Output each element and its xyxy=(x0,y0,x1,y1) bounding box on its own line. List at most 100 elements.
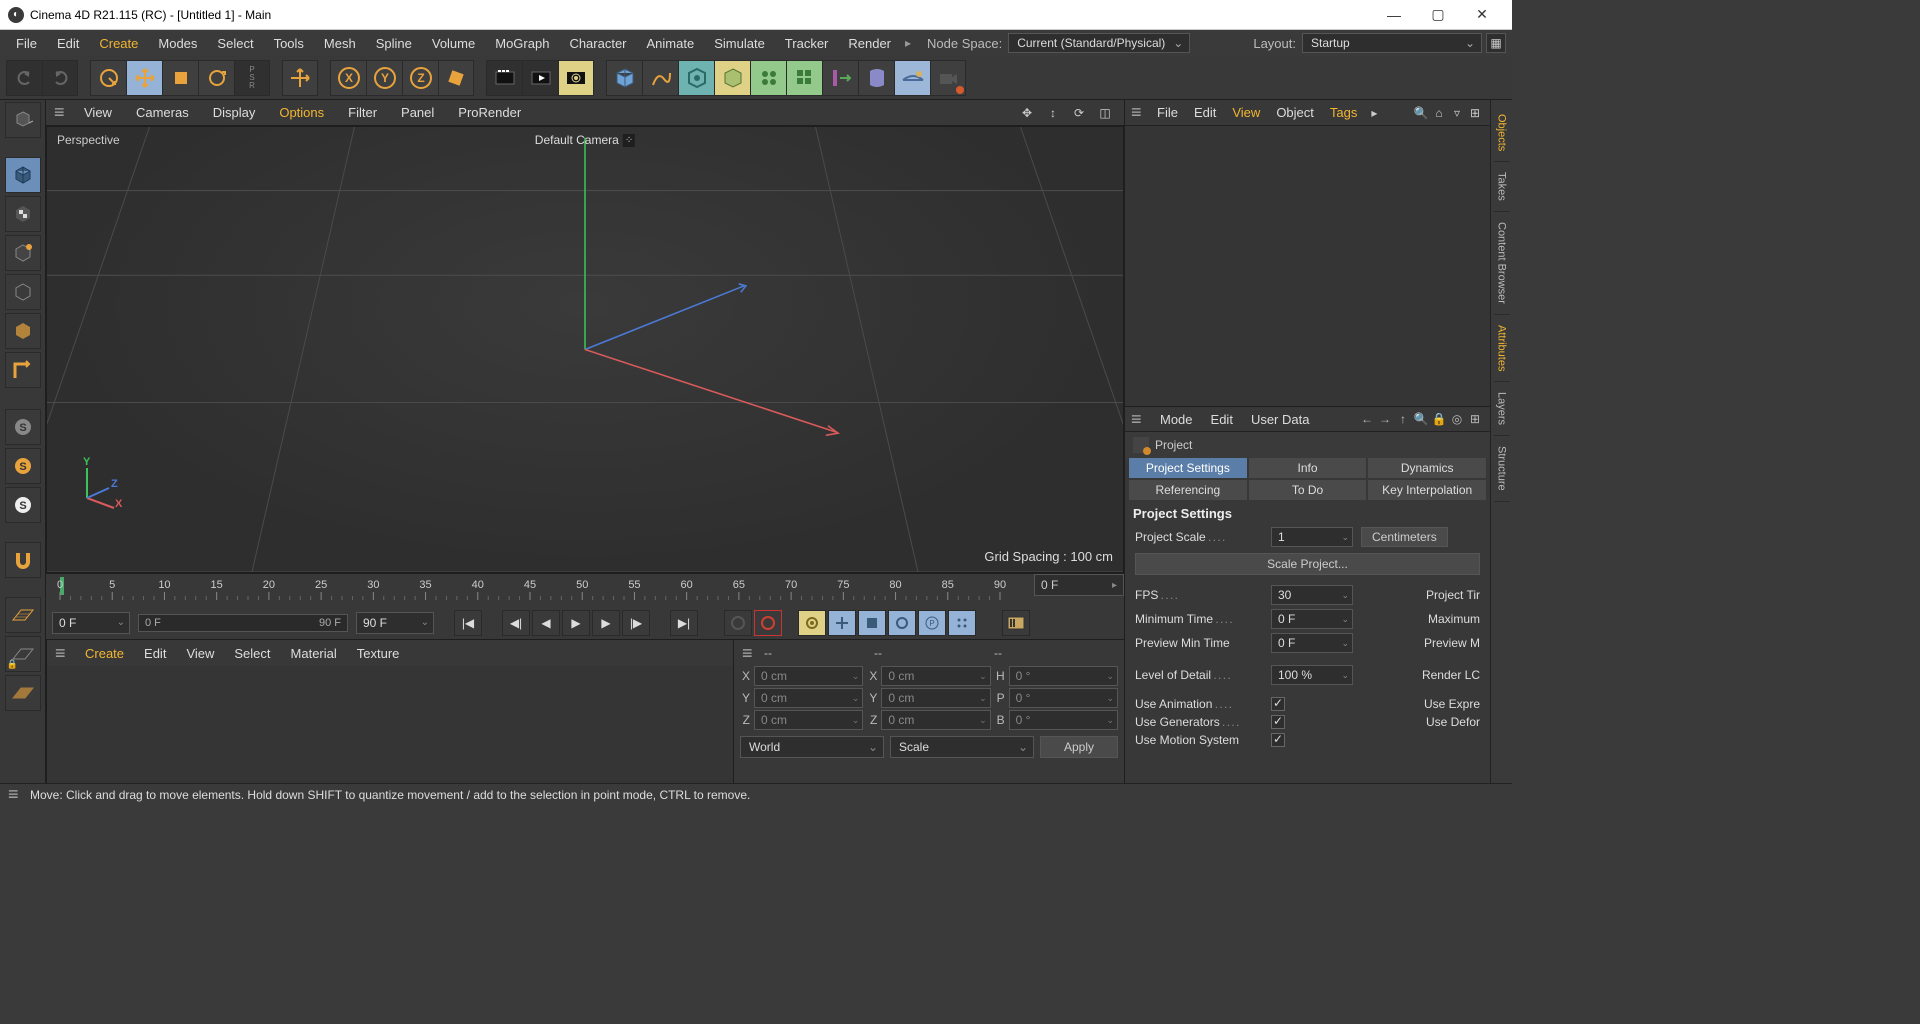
redo-button[interactable] xyxy=(42,60,78,96)
deformer-tool[interactable] xyxy=(858,60,894,96)
tab-info[interactable]: Info xyxy=(1249,458,1367,478)
am-lock-icon[interactable]: 🔒 xyxy=(1430,412,1448,426)
undo-button[interactable] xyxy=(6,60,42,96)
om-filter-icon[interactable]: ▿ xyxy=(1448,104,1466,122)
mat-select[interactable]: Select xyxy=(224,646,280,661)
input-fps[interactable]: 30 xyxy=(1271,585,1353,605)
model-mode[interactable] xyxy=(5,157,41,193)
texture-mode[interactable] xyxy=(5,196,41,232)
om-object[interactable]: Object xyxy=(1268,105,1322,120)
render-view-button[interactable] xyxy=(486,60,522,96)
axis-move-tool[interactable] xyxy=(282,60,318,96)
vp-layout-icon[interactable]: ◫ xyxy=(1094,102,1116,124)
scale-tool[interactable] xyxy=(162,60,198,96)
am-edit[interactable]: Edit xyxy=(1202,412,1242,427)
rotate-tool[interactable] xyxy=(198,60,234,96)
select-project-unit[interactable]: Centimeters xyxy=(1361,527,1448,547)
mat-create[interactable]: Create xyxy=(75,646,134,661)
viewport-camera[interactable]: Default Camera⁘ xyxy=(535,133,635,147)
pos-y-input[interactable]: 0 cm xyxy=(754,688,863,708)
goto-start-button[interactable]: |◀ xyxy=(454,610,482,636)
key-param-button[interactable] xyxy=(948,610,976,636)
om-home-icon[interactable]: ⌂ xyxy=(1430,104,1448,122)
menu-character[interactable]: Character xyxy=(559,32,636,55)
sidetab-structure[interactable]: Structure xyxy=(1494,436,1510,502)
coord-mode-select[interactable]: Scale xyxy=(890,736,1034,758)
menu-tracker[interactable]: Tracker xyxy=(775,32,839,55)
menu-simulate[interactable]: Simulate xyxy=(704,32,775,55)
polygon-mode[interactable] xyxy=(5,352,41,388)
play-button[interactable]: ▶ xyxy=(562,610,590,636)
menu-mesh[interactable]: Mesh xyxy=(314,32,366,55)
am-search-icon[interactable]: 🔍 xyxy=(1412,412,1430,426)
pos-x-input[interactable]: 0 cm xyxy=(754,666,863,686)
size-z-input[interactable]: 0 cm xyxy=(881,710,990,730)
obj-menu-icon[interactable] xyxy=(1131,102,1147,123)
x-axis-lock[interactable]: X xyxy=(330,60,366,96)
rot-h-input[interactable]: 0 ° xyxy=(1009,666,1118,686)
point-mode[interactable] xyxy=(5,274,41,310)
sidetab-objects[interactable]: Objects xyxy=(1494,104,1510,162)
move-tool[interactable] xyxy=(126,60,162,96)
range-start-input[interactable]: 0 F xyxy=(52,612,130,634)
vp-view[interactable]: View xyxy=(74,105,122,120)
vp-orbit-icon[interactable]: ⟳ xyxy=(1068,102,1090,124)
menu-create[interactable]: Create xyxy=(89,32,148,55)
timeline-ruler[interactable]: 051015202530354045505560657075808590 0 F xyxy=(46,573,1124,605)
menu-edit[interactable]: Edit xyxy=(47,32,89,55)
snap-toggle-a[interactable]: S xyxy=(5,409,41,445)
scale-project-button[interactable]: Scale Project... xyxy=(1135,553,1480,575)
autokey-button[interactable] xyxy=(754,610,782,636)
field-tool[interactable] xyxy=(822,60,858,96)
object-manager-body[interactable] xyxy=(1125,126,1490,406)
am-new-icon[interactable]: ◎ xyxy=(1448,412,1466,426)
menu-modes[interactable]: Modes xyxy=(148,32,207,55)
sidetab-content-browser[interactable]: Content Browser xyxy=(1494,212,1510,315)
generator-array[interactable] xyxy=(750,60,786,96)
key-pla-button[interactable]: P xyxy=(918,610,946,636)
mat-view[interactable]: View xyxy=(176,646,224,661)
menu-tools[interactable]: Tools xyxy=(264,32,314,55)
am-userdata[interactable]: User Data xyxy=(1242,412,1319,427)
goto-end-button[interactable]: ▶| xyxy=(670,610,698,636)
sidetab-takes[interactable]: Takes xyxy=(1494,162,1510,212)
edge-mode[interactable] xyxy=(5,313,41,349)
object-mode[interactable] xyxy=(5,235,41,271)
range-slider[interactable]: 0 F90 F xyxy=(138,614,348,632)
key-options-button[interactable] xyxy=(798,610,826,636)
size-x-input[interactable]: 0 cm xyxy=(881,666,990,686)
am-up-icon[interactable]: ↑ xyxy=(1394,412,1412,426)
om-file[interactable]: File xyxy=(1149,105,1186,120)
current-frame-display[interactable]: 0 F xyxy=(1034,574,1124,596)
nodespace-dropdown[interactable]: Current (Standard/Physical) xyxy=(1008,33,1190,53)
sidetab-layers[interactable]: Layers xyxy=(1494,382,1510,436)
tab-dynamics[interactable]: Dynamics xyxy=(1368,458,1486,478)
tab-referencing[interactable]: Referencing xyxy=(1129,480,1247,500)
environment-tool[interactable] xyxy=(894,60,930,96)
workplane-a[interactable] xyxy=(5,597,41,633)
z-axis-lock[interactable]: Z xyxy=(402,60,438,96)
y-axis-lock[interactable]: Y xyxy=(366,60,402,96)
size-y-input[interactable]: 0 cm xyxy=(881,688,990,708)
vp-pan-icon[interactable]: ✥ xyxy=(1016,102,1038,124)
menu-spline[interactable]: Spline xyxy=(366,32,422,55)
om-search-icon[interactable]: 🔍 xyxy=(1412,104,1430,122)
tab-todo[interactable]: To Do xyxy=(1249,480,1367,500)
mat-material[interactable]: Material xyxy=(281,646,347,661)
generator-extrude[interactable] xyxy=(714,60,750,96)
om-tags[interactable]: Tags xyxy=(1322,105,1365,120)
mat-texture[interactable]: Texture xyxy=(347,646,410,661)
world-object-toggle[interactable] xyxy=(438,60,474,96)
menu-volume[interactable]: Volume xyxy=(422,32,485,55)
key-scale-button[interactable] xyxy=(858,610,886,636)
menu-select[interactable]: Select xyxy=(207,32,263,55)
chk-use-generators[interactable] xyxy=(1271,715,1285,729)
viewport-menu-icon[interactable] xyxy=(54,102,70,123)
coord-menu-icon[interactable] xyxy=(742,643,758,664)
step-back-button[interactable]: ◀ xyxy=(532,610,560,636)
goto-next-key-button[interactable]: |▶ xyxy=(622,610,650,636)
psr-tool[interactable]: PSR xyxy=(234,60,270,96)
cube-primitive[interactable] xyxy=(606,60,642,96)
render-settings-button[interactable] xyxy=(558,60,594,96)
material-menu-icon[interactable] xyxy=(55,643,71,664)
